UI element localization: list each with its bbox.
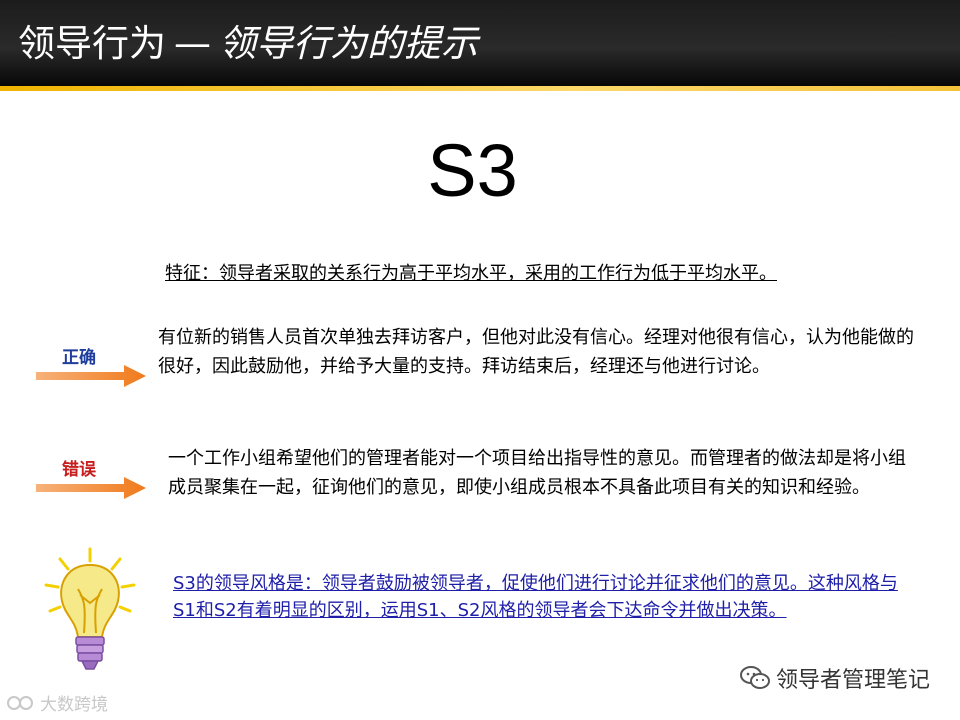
tip-text[interactable]: S3的领导风格是：领导者鼓励被领导者，促使他们进行讨论并征求他们的意见。这种风格… [173, 570, 913, 624]
corner-mark: 大数跨境 [6, 690, 108, 715]
style-heading: S3 [427, 129, 518, 212]
lightbulb-icon [44, 547, 136, 670]
corner-mark-text: 大数跨境 [40, 695, 108, 715]
title-subtitle: 领导行为的提示 [219, 22, 478, 65]
correct-arrow-icon [36, 365, 146, 387]
watermark: 领导者管理笔记 [739, 662, 930, 694]
wechat-icon [739, 666, 770, 689]
correct-example: 有位新的销售人员首次单独去拜访客户，但他对此没有信心。经理对他很有信心，认为他能… [158, 327, 914, 377]
slide-title: 领导行为 — 领导行为的提示 [18, 18, 478, 70]
title-stripe [0, 86, 960, 91]
wrong-arrow-icon [36, 477, 146, 499]
wrong-example: 一个工作小组希望他们的管理者能对一个项目给出指导性的意见。而管理者的做法却是将小… [168, 448, 906, 498]
corner-logo-icon [7, 695, 33, 710]
title-separator: — [174, 22, 211, 65]
title-main: 领导行为 [18, 22, 166, 65]
feature-line: 特征：领导者采取的关系行为高于平均水平，采用的工作行为低于平均水平。 [165, 263, 777, 284]
watermark-text: 领导者管理笔记 [775, 668, 930, 693]
